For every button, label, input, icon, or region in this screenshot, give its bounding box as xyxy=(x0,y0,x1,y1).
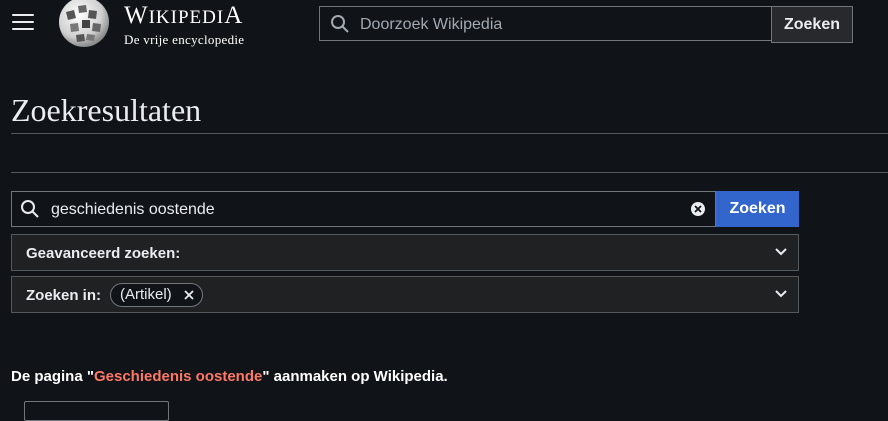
create-page-notice: De pagina "Geschiedenis oostende" aanmak… xyxy=(11,368,448,385)
main-menu-button[interactable] xyxy=(12,14,34,32)
namespace-label: Zoeken in: xyxy=(26,287,102,304)
chevron-down-icon xyxy=(775,290,787,298)
divider xyxy=(11,133,888,134)
menu-icon-line xyxy=(12,21,34,23)
search-icon xyxy=(21,200,39,218)
menu-icon-line xyxy=(12,14,34,16)
create-page-link[interactable]: Geschiedenis oostende xyxy=(94,368,262,385)
header-search-input[interactable] xyxy=(358,7,762,42)
search-icon xyxy=(331,15,349,33)
wordmark[interactable]: WIKIPEDIA De vrije encyclopedie xyxy=(124,3,244,48)
advanced-search-expander[interactable]: Geavanceerd zoeken: xyxy=(11,234,799,271)
namespace-chip-label: (Artikel) xyxy=(120,286,172,303)
namespace-expander[interactable]: Zoeken in: (Artikel) xyxy=(11,276,799,313)
main-search-button[interactable]: Zoeken xyxy=(716,191,799,227)
chevron-down-icon xyxy=(775,248,787,256)
divider xyxy=(11,172,888,173)
create-page-prefix: De pagina " xyxy=(11,368,94,385)
main-search-box xyxy=(11,191,716,228)
clear-icon[interactable] xyxy=(691,202,705,216)
header-search-button[interactable]: Zoeken xyxy=(771,6,853,43)
remove-chip-icon[interactable] xyxy=(183,289,195,301)
wordmark-title: WIKIPEDIA xyxy=(124,2,244,29)
main-search-input[interactable] xyxy=(49,192,683,228)
advanced-search-label: Geavanceerd zoeken: xyxy=(26,245,181,262)
header-search-box xyxy=(319,6,771,42)
results-options-box[interactable] xyxy=(24,401,169,421)
create-page-suffix: " aanmaken op Wikipedia. xyxy=(262,368,448,385)
site-header: WIKIPEDIA De vrije encyclopedie Zoeken xyxy=(0,0,888,50)
wikipedia-globe-logo[interactable] xyxy=(56,0,112,50)
namespace-chip: (Artikel) xyxy=(110,283,203,307)
wordmark-tagline: De vrije encyclopedie xyxy=(124,32,245,47)
menu-icon-line xyxy=(12,28,34,30)
page-title: Zoekresultaten xyxy=(11,92,202,128)
